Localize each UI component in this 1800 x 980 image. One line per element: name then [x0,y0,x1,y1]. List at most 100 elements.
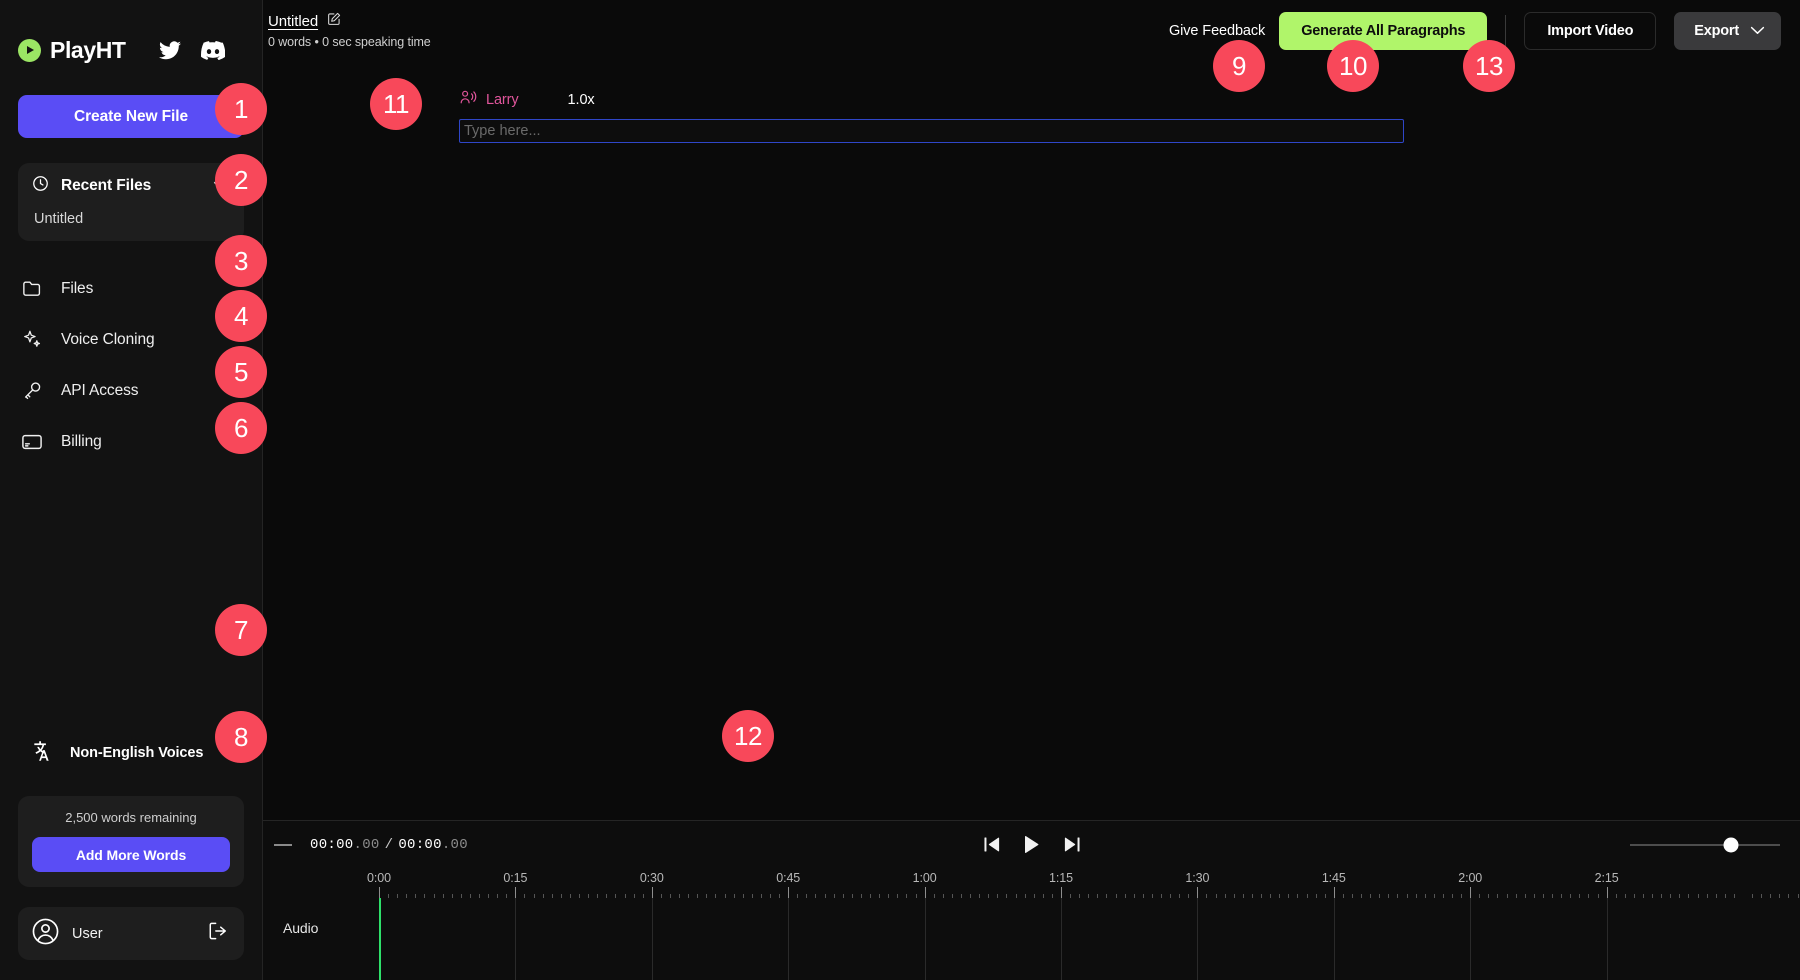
sidebar-item-label: Billing [61,433,102,451]
give-feedback-link[interactable]: Give Feedback [1169,23,1265,39]
key-icon [22,381,42,400]
sidebar: PlayHT Create New File Recent Files [0,0,263,980]
document-meta: Untitled 0 words • 0 sec speaking time [268,12,431,49]
track-grid-line [788,898,789,980]
ruler-tick-label: 1:15 [1049,871,1073,885]
track-grid-line [925,898,926,980]
voice-speaker-icon[interactable] [460,90,477,110]
user-account-card[interactable]: User [18,907,244,960]
skip-to-start-icon[interactable] [983,836,1002,853]
sidebar-item-label: API Access [61,382,138,400]
brand-logo[interactable]: PlayHT [18,37,126,64]
sidebar-item-non-english-voices[interactable]: Non-English Voices [0,732,262,774]
volume-slider-knob[interactable] [1723,837,1738,852]
track-grid-line [1061,898,1062,980]
voice-name-label[interactable]: Larry [486,92,519,108]
sidebar-item-label: Files [61,280,93,298]
ruler-tick-label: 0:00 [367,871,391,885]
paragraph-text-input[interactable] [459,119,1404,143]
playback-controls [983,835,1081,854]
ruler-tick-label: 0:15 [503,871,527,885]
playhead[interactable] [379,898,381,980]
timecode-display: 00:00.00/00:00.00 [310,837,468,853]
paragraph-block: Larry 1.0x [459,89,1404,143]
chevron-down-icon [1750,23,1765,39]
chevron-down-icon[interactable] [213,177,228,195]
ruler-major-tick [1197,887,1198,898]
ruler-tick-label: 2:00 [1458,871,1482,885]
speed-value-label[interactable]: 1.0x [568,92,595,108]
ruler-major-tick [1470,887,1471,898]
timecode-separator: / [385,837,394,853]
track-grid-line [515,898,516,980]
sidebar-item-api-access[interactable]: API Access [0,365,262,416]
current-time-ms: .00 [354,837,380,853]
user-name-label: User [72,926,208,942]
timeline-panel: 00:00.00/00:00.00 [263,820,1800,980]
timeline-ruler[interactable]: 0:000:150:300:451:001:151:301:452:002:15 [331,868,1800,898]
logout-icon[interactable] [208,921,228,946]
track-label-audio: Audio [283,920,318,936]
sidebar-nav: Files Voice Cloning API Access Billing [0,263,262,467]
document-title[interactable]: Untitled [268,13,318,30]
add-more-words-button[interactable]: Add More Words [32,837,230,872]
ruler-ticks [331,886,1800,898]
sidebar-item-label: Non-English Voices [70,745,203,761]
user-circle-icon [32,918,59,950]
twitter-icon[interactable] [159,41,181,60]
ruler-tick-label: 1:30 [1185,871,1209,885]
recent-files-header[interactable]: Recent Files [18,163,244,209]
translate-icon [33,740,54,766]
ruler-major-tick [379,887,380,898]
topbar: Untitled 0 words • 0 sec speaking time G… [263,0,1800,61]
paragraph-editor: Larry 1.0x [263,61,1800,820]
total-time-ms: .00 [442,837,468,853]
track-grid-line [1607,898,1608,980]
volume-control[interactable] [1630,844,1780,846]
recent-file-item[interactable]: Untitled [18,209,244,227]
ruler-major-tick [1334,887,1335,898]
minus-icon[interactable] [274,844,292,846]
recent-files-title: Recent Files [61,177,213,195]
ruler-major-tick [652,887,653,898]
track-grid-line [652,898,653,980]
total-time: 00:00 [398,837,442,853]
track-grid-line [1197,898,1198,980]
sparkles-icon [22,330,42,349]
brand-name: PlayHT [50,37,126,64]
current-time: 00:00 [310,837,354,853]
timeline-tracks: Audio [263,898,1800,980]
ruler-tick-label: 0:45 [776,871,800,885]
toolbar-divider [1505,15,1506,47]
recent-files-panel: Recent Files Untitled [18,163,244,241]
generate-all-paragraphs-button[interactable]: Generate All Paragraphs [1279,12,1487,50]
create-new-file-button[interactable]: Create New File [18,95,244,138]
volume-slider-track[interactable] [1630,844,1780,846]
export-button[interactable]: Export [1674,12,1781,50]
sidebar-item-voice-cloning[interactable]: Voice Cloning [0,314,262,365]
brand-row: PlayHT [0,0,262,70]
import-video-button[interactable]: Import Video [1524,12,1656,50]
main-area: Untitled 0 words • 0 sec speaking time G… [263,0,1800,980]
discord-icon[interactable] [201,41,225,60]
track-grid[interactable] [331,898,1800,980]
playht-editor-window: PlayHT Create New File Recent Files [0,0,1800,980]
export-button-label: Export [1694,23,1739,39]
ruler-major-tick [1061,887,1062,898]
ruler-major-tick [515,887,516,898]
words-balance-card: 2,500 words remaining Add More Words [18,796,244,887]
track-grid-line [1470,898,1471,980]
ruler-major-tick [788,887,789,898]
clock-icon [32,175,50,197]
track-label-column: Audio [263,898,331,980]
words-remaining-text: 2,500 words remaining [32,810,230,825]
play-icon[interactable] [1023,835,1041,854]
ruler-tick-label: 0:30 [640,871,664,885]
pencil-edit-icon[interactable] [327,12,341,31]
sidebar-item-billing[interactable]: Billing [0,416,262,467]
ruler-tick-label: 2:15 [1595,871,1619,885]
folder-icon [22,280,42,297]
ruler-tick-label: 1:00 [913,871,937,885]
sidebar-item-files[interactable]: Files [0,263,262,314]
skip-to-end-icon[interactable] [1062,836,1081,853]
